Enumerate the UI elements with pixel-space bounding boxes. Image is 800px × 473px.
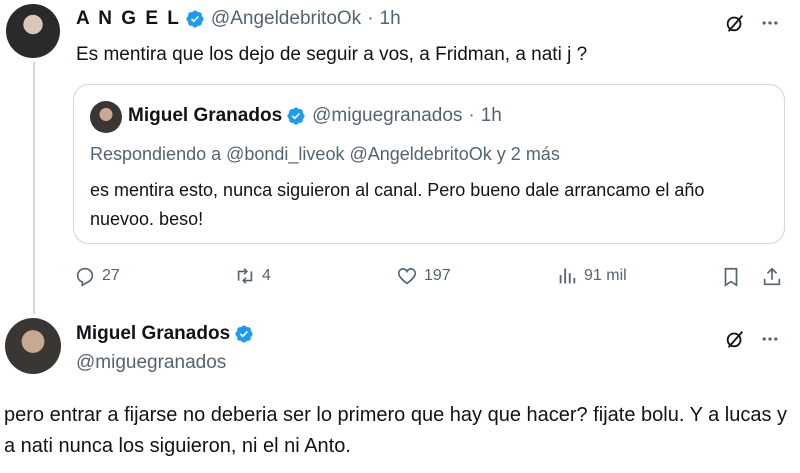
views-icon [559,268,576,284]
repost-button[interactable]: 4 [234,265,271,287]
repost-count: 4 [262,267,271,284]
views-count: 91 mil [584,267,627,284]
grok-icon[interactable] [722,10,748,36]
action-bar: 27 4 197 91 mil [0,262,800,292]
quote-header: Miguel Granados @miguegranados · 1h [128,105,502,127]
grok-icon[interactable] [722,326,748,352]
main-tweet-header: A N G E L @AngeldebritoOk · 1h [76,8,401,30]
more-icon[interactable] [757,10,783,36]
verified-badge-icon [186,10,204,28]
avatar-miguel-small [90,101,122,133]
share-icon [763,267,781,286]
reply-text: pero entrar a fijarse no deberia ser lo … [4,404,788,457]
avatar-angel[interactable] [6,4,60,58]
handle[interactable]: @AngeldebritoOk [211,8,361,30]
reply-display-name[interactable]: Miguel Granados [76,323,230,345]
reply-handle[interactable]: @miguegranados [76,352,226,374]
share-button[interactable] [759,264,785,290]
display-name[interactable]: A N G E L [76,8,181,30]
reply-tweet-header: Miguel Granados [76,323,254,345]
reply-context: Respondiendo a @bondi_liveok @Angeldebri… [90,144,560,164]
more-icon[interactable] [757,326,783,352]
reply-count: 27 [102,267,120,284]
reply-icon [76,267,94,287]
avatar-miguel[interactable] [5,318,61,374]
quote-timestamp: 1h [480,105,502,126]
bookmark-icon [724,267,738,287]
quote-handle: @miguegranados [312,105,463,126]
like-button[interactable]: 197 [396,265,451,287]
quote-display-name: Miguel Granados [128,105,283,126]
reply-button[interactable]: 27 [74,265,120,287]
verified-badge-icon [287,107,305,125]
like-icon [397,268,417,285]
quote-text: es mentira esto, nunca siguieron al cana… [90,180,705,229]
separator-dot: · [367,8,374,29]
timestamp[interactable]: 1h [380,8,401,30]
separator-dot: · [468,105,475,126]
verified-badge-icon [235,325,253,343]
like-count: 197 [424,267,451,284]
views-button[interactable]: 91 mil [556,265,627,287]
tweet-text: Es mentira que los dejo de seguir a vos,… [76,44,588,65]
repost-icon [237,268,253,284]
bookmark-button[interactable] [718,264,744,290]
